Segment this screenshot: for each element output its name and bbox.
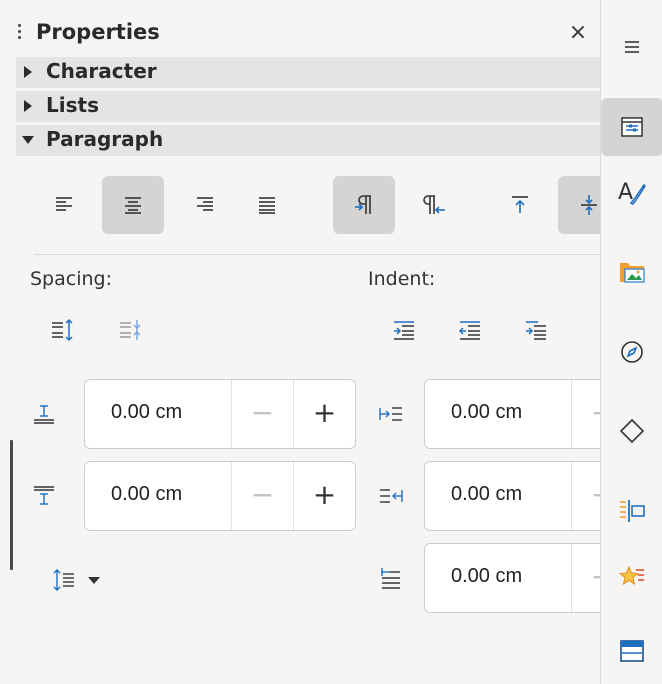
manage-changes-icon xyxy=(620,500,645,522)
after-text-indent-spinbox[interactable]: 0.00 cm − xyxy=(424,461,600,531)
decrease-spacing-icon[interactable] xyxy=(118,318,142,346)
align-top-button[interactable] xyxy=(489,176,551,234)
paragraph-ltr-icon xyxy=(355,195,371,214)
drag-grip-icon[interactable] xyxy=(18,24,22,44)
align-right-button[interactable] xyxy=(174,176,236,234)
left-to-right-button[interactable] xyxy=(333,176,395,234)
tab-shapes[interactable] xyxy=(601,402,662,460)
below-spacing-spinbox[interactable]: 0.00 cm − + xyxy=(84,461,356,531)
above-spacing-spinbox[interactable]: 0.00 cm − + xyxy=(84,379,356,449)
first-line-indent-decrement[interactable]: − xyxy=(571,544,600,612)
align-center-button[interactable] xyxy=(102,176,164,234)
before-text-indent-value[interactable]: 0.00 cm xyxy=(451,401,522,424)
below-spacing-icon xyxy=(32,484,56,512)
hanging-indent-icon[interactable] xyxy=(524,320,548,346)
deck-resize-handle[interactable] xyxy=(10,440,13,570)
shapes-icon xyxy=(619,418,645,444)
deck-title: Properties xyxy=(36,20,160,44)
justify-icon xyxy=(259,197,275,214)
section-paragraph-header[interactable]: Paragraph xyxy=(16,125,600,156)
hamburger-menu-icon[interactable] xyxy=(601,18,662,76)
after-text-indent-icon xyxy=(378,486,404,510)
increase-spacing-icon[interactable] xyxy=(50,318,74,346)
paragraph-rtl-icon xyxy=(423,195,445,214)
before-text-indent-icon xyxy=(378,404,404,428)
close-deck-button[interactable]: × xyxy=(566,20,590,45)
tab-styles[interactable]: A xyxy=(601,163,662,221)
below-spacing-decrement[interactable]: − xyxy=(231,462,293,530)
tab-navigator[interactable] xyxy=(601,323,662,381)
indent-label: Indent: xyxy=(368,268,436,290)
align-center-icon xyxy=(125,197,141,214)
below-spacing-increment[interactable]: + xyxy=(293,462,355,530)
above-spacing-decrement[interactable]: − xyxy=(231,380,293,448)
navigator-icon xyxy=(621,341,643,363)
before-text-indent-decrement[interactable]: − xyxy=(571,380,600,448)
section-character-header[interactable]: Character xyxy=(16,57,600,88)
first-line-indent-value[interactable]: 0.00 cm xyxy=(451,565,522,588)
section-character-label: Character xyxy=(46,59,157,83)
align-left-icon xyxy=(56,197,72,211)
after-text-indent-value[interactable]: 0.00 cm xyxy=(451,483,522,506)
expand-arrow-icon xyxy=(24,66,32,78)
sidebar-tabbar: A xyxy=(600,0,662,684)
gallery-icon xyxy=(620,263,645,283)
section-separator xyxy=(34,254,600,255)
align-top-icon xyxy=(512,196,528,213)
line-spacing-button[interactable] xyxy=(52,568,104,596)
align-center-vertical-button[interactable] xyxy=(558,176,600,234)
after-text-indent-decrement[interactable]: − xyxy=(571,462,600,530)
before-text-indent-spinbox[interactable]: 0.00 cm − xyxy=(424,379,600,449)
tab-design[interactable] xyxy=(601,548,662,606)
first-line-indent-icon xyxy=(380,566,404,596)
section-paragraph-label: Paragraph xyxy=(46,127,164,151)
dropdown-arrow-icon xyxy=(88,577,100,584)
first-line-indent-spinbox[interactable]: 0.00 cm − xyxy=(424,543,600,613)
section-lists-label: Lists xyxy=(46,93,99,117)
properties-icon xyxy=(621,117,643,137)
above-spacing-icon xyxy=(32,402,56,430)
align-right-icon xyxy=(197,197,213,211)
tab-gallery[interactable] xyxy=(601,243,662,301)
spacing-label: Spacing: xyxy=(30,268,112,290)
below-spacing-value[interactable]: 0.00 cm xyxy=(111,483,182,506)
above-spacing-value[interactable]: 0.00 cm xyxy=(111,401,182,424)
svg-text:A: A xyxy=(618,180,633,205)
section-lists-header[interactable]: Lists xyxy=(16,91,600,122)
tab-page[interactable] xyxy=(601,622,662,680)
sidebar-deck: Properties × Character Lists Paragraph S… xyxy=(0,0,600,684)
expand-arrow-icon xyxy=(24,100,32,112)
tab-properties[interactable] xyxy=(601,98,662,156)
justify-button[interactable] xyxy=(236,176,298,234)
decrease-indent-icon[interactable] xyxy=(458,320,482,346)
align-center-vertical-icon xyxy=(581,195,597,215)
styles-icon: A xyxy=(618,180,646,205)
page-icon xyxy=(620,640,644,662)
align-left-button[interactable] xyxy=(33,176,95,234)
deck-titlebar: Properties × xyxy=(0,14,600,54)
increase-indent-icon[interactable] xyxy=(392,320,416,346)
tab-manage-changes[interactable] xyxy=(601,482,662,540)
design-icon xyxy=(618,565,644,586)
collapse-arrow-icon xyxy=(22,136,34,144)
right-to-left-button[interactable] xyxy=(404,176,466,234)
above-spacing-increment[interactable]: + xyxy=(293,380,355,448)
